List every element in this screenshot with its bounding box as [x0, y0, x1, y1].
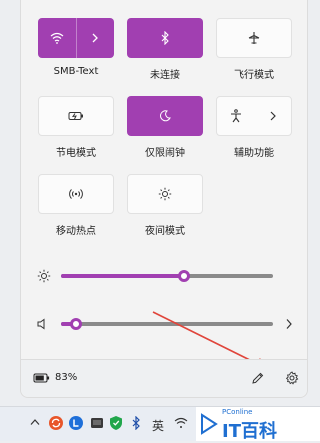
airplane-label: 飞行模式 [234, 70, 274, 81]
quick-settings-panel: SMB-Text 未连接 飞行模式 节电模式 仅限闹钟 辅助功能 移动热点 夜间… [20, 0, 308, 398]
show-hidden-icons-chevron-icon[interactable] [30, 418, 40, 426]
accessibility-tile[interactable] [216, 96, 292, 136]
sync-app-icon[interactable] [48, 415, 64, 431]
volume-thumb[interactable] [70, 318, 82, 330]
brightness-icon [158, 187, 172, 201]
accessibility-toggle[interactable] [217, 97, 254, 135]
bluetooth-label: 未连接 [150, 70, 180, 81]
battery-saver-label: 节电模式 [56, 148, 96, 159]
wifi-icon [50, 32, 64, 44]
bluetooth-tile[interactable] [127, 18, 203, 58]
chevron-right-icon [269, 111, 277, 121]
blue-app-icon[interactable] [68, 415, 84, 431]
settings-gear-icon[interactable] [285, 371, 299, 385]
wifi-label: SMB-Text [53, 66, 99, 77]
night-light-label: 夜间模式 [145, 226, 185, 237]
battery-saver-tile[interactable] [38, 96, 114, 136]
battery-percentage: 83% [55, 372, 78, 383]
wifi-toggle[interactable] [38, 18, 76, 58]
hotspot-icon [69, 187, 83, 201]
brightness-row [21, 266, 309, 286]
accessibility-icon [230, 109, 242, 123]
brightness-icon [37, 269, 51, 283]
battery-saver-icon [68, 111, 84, 121]
wifi-tile[interactable] [38, 18, 114, 58]
quick-settings-footer: 83% [21, 359, 307, 397]
input-method-indicator[interactable]: 英 [152, 417, 164, 434]
watermark: PConline IT百科 [196, 407, 320, 442]
airplane-icon [247, 31, 261, 45]
speaker-icon[interactable] [37, 318, 49, 330]
night-light-tile[interactable] [127, 174, 203, 214]
airplane-tile[interactable] [216, 18, 292, 58]
wifi-expand-button[interactable] [77, 18, 115, 58]
focus-assist-label: 仅限闹钟 [145, 148, 185, 159]
chevron-right-icon [91, 33, 99, 43]
accessibility-label: 辅助功能 [234, 148, 274, 159]
wifi-tray-icon[interactable] [174, 417, 188, 429]
shield-app-icon[interactable] [108, 415, 124, 431]
watermark-logo-icon [200, 413, 218, 435]
battery-icon[interactable] [33, 372, 51, 384]
bluetooth-tray-icon[interactable] [130, 416, 142, 430]
accessibility-expand-button[interactable] [254, 97, 291, 135]
edit-pencil-icon[interactable] [251, 371, 265, 385]
watermark-brand: PConline [222, 408, 253, 416]
bluetooth-icon [160, 31, 170, 45]
audio-output-chevron-icon[interactable] [285, 318, 293, 330]
mobile-hotspot-label: 移动热点 [56, 226, 96, 237]
focus-assist-tile[interactable] [127, 96, 203, 136]
taskbar: 英 PConline IT百科 [0, 406, 320, 442]
app-tray-icon[interactable] [90, 416, 104, 430]
mobile-hotspot-tile[interactable] [38, 174, 114, 214]
moon-icon [159, 110, 171, 122]
brightness-fill [61, 274, 184, 278]
brightness-thumb[interactable] [178, 270, 190, 282]
watermark-text: IT百科 [222, 421, 277, 442]
